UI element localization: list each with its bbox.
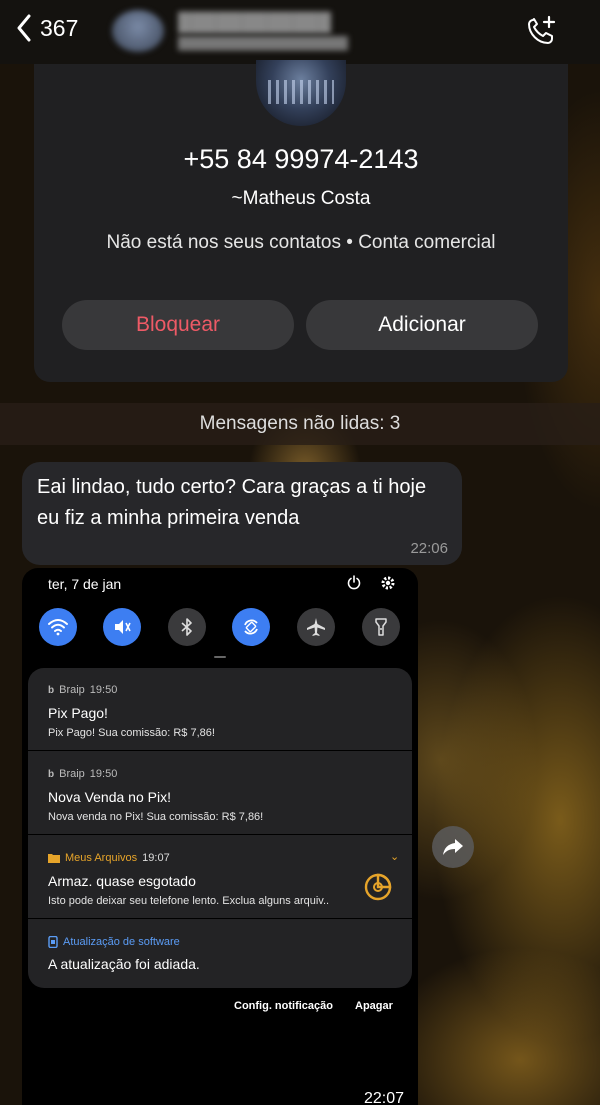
qs-airplane <box>297 608 335 646</box>
header-subtitle-blurred: ████████████████████ <box>178 36 349 50</box>
qs-bluetooth <box>168 608 206 646</box>
back-button[interactable]: 367 <box>16 14 78 42</box>
chevron-down-icon: ⌄ <box>390 851 400 863</box>
message-text: Eai lindao, tudo certo? Cara graças a ti… <box>37 476 427 529</box>
airplane-icon <box>307 618 325 636</box>
wifi-icon <box>48 619 68 636</box>
forward-arrow-icon <box>443 839 463 855</box>
notif-4-app: Atualização de software <box>48 936 180 948</box>
message-time: 22:06 <box>410 540 448 557</box>
add-contact-button[interactable]: Adicionar <box>306 300 538 350</box>
flashlight-icon <box>375 618 387 636</box>
clear-button: Apagar <box>355 1000 393 1012</box>
software-update-icon <box>48 936 58 948</box>
shade-handle <box>214 656 226 658</box>
chevron-left-icon <box>17 14 31 42</box>
settings-gear-icon <box>381 576 395 590</box>
notif-3-body: Isto pode deixar seu telefone lento. Exc… <box>48 895 330 907</box>
braip-icon: b <box>48 768 55 780</box>
notif-4-title: A atualização foi adiada. <box>48 956 200 972</box>
power-icon <box>347 575 361 590</box>
notif-2-body: Nova venda no Pix! Sua comissão: R$ 7,86… <box>48 811 264 823</box>
bluetooth-icon <box>181 618 192 636</box>
forward-button[interactable] <box>432 826 474 868</box>
storage-icon <box>364 873 392 901</box>
notif-3-title: Armaz. quase esgotado <box>48 873 196 889</box>
shade-date: ter, 7 de jan <box>48 576 122 592</box>
folder-icon <box>48 854 60 863</box>
qs-auto-rotate <box>232 608 270 646</box>
block-button[interactable]: Bloquear <box>62 300 294 350</box>
contact-info-card: +55 84 99974-2143 ~Matheus Costa Não est… <box>34 60 568 382</box>
contact-photo[interactable] <box>256 60 346 126</box>
divider <box>28 834 412 835</box>
auto-rotate-icon <box>244 619 258 635</box>
notif-2-app: b Braip 19:50 <box>48 768 118 780</box>
braip-icon: b <box>48 684 55 696</box>
notification-panel: b Braip 19:50 Pix Pago! Pix Pago! Sua co… <box>28 668 412 988</box>
image-message-time: 22:07 <box>363 1090 404 1105</box>
notif-2-title: Nova Venda no Pix! <box>48 789 171 805</box>
image-message[interactable]: ter, 7 de jan b Braip 19:50 Pix Pago! Pi… <box>22 568 418 1105</box>
qs-mute <box>103 608 141 646</box>
divider <box>28 918 412 919</box>
header-title-blurred[interactable]: ████████████ <box>178 12 331 33</box>
qs-wifi <box>39 608 77 646</box>
unread-divider: Mensagens não lidas: 3 <box>0 403 600 445</box>
notification-settings-button: Config. notificação <box>234 1000 333 1012</box>
chat-header: 367 ████████████ ████████████████████ <box>0 0 600 64</box>
contact-name: ~Matheus Costa <box>231 188 371 209</box>
contact-status: Não está nos seus contatos • Conta comer… <box>106 232 496 253</box>
divider <box>28 750 412 751</box>
message-bubble[interactable]: Eai lindao, tudo certo? Cara graças a ti… <box>22 462 462 565</box>
mute-icon <box>115 620 131 634</box>
notif-1-title: Pix Pago! <box>48 705 108 721</box>
contact-avatar-blurred[interactable] <box>112 10 164 52</box>
contact-phone: +55 84 99974-2143 <box>183 144 419 174</box>
add-call-icon[interactable] <box>524 14 558 48</box>
unread-chats-count: 367 <box>40 14 79 41</box>
notif-3-app: Meus Arquivos 19:07 <box>48 852 170 864</box>
notif-1-body: Pix Pago! Sua comissão: R$ 7,86! <box>48 727 215 739</box>
qs-flashlight <box>362 608 400 646</box>
notif-1-app: b Braip 19:50 <box>48 684 118 696</box>
